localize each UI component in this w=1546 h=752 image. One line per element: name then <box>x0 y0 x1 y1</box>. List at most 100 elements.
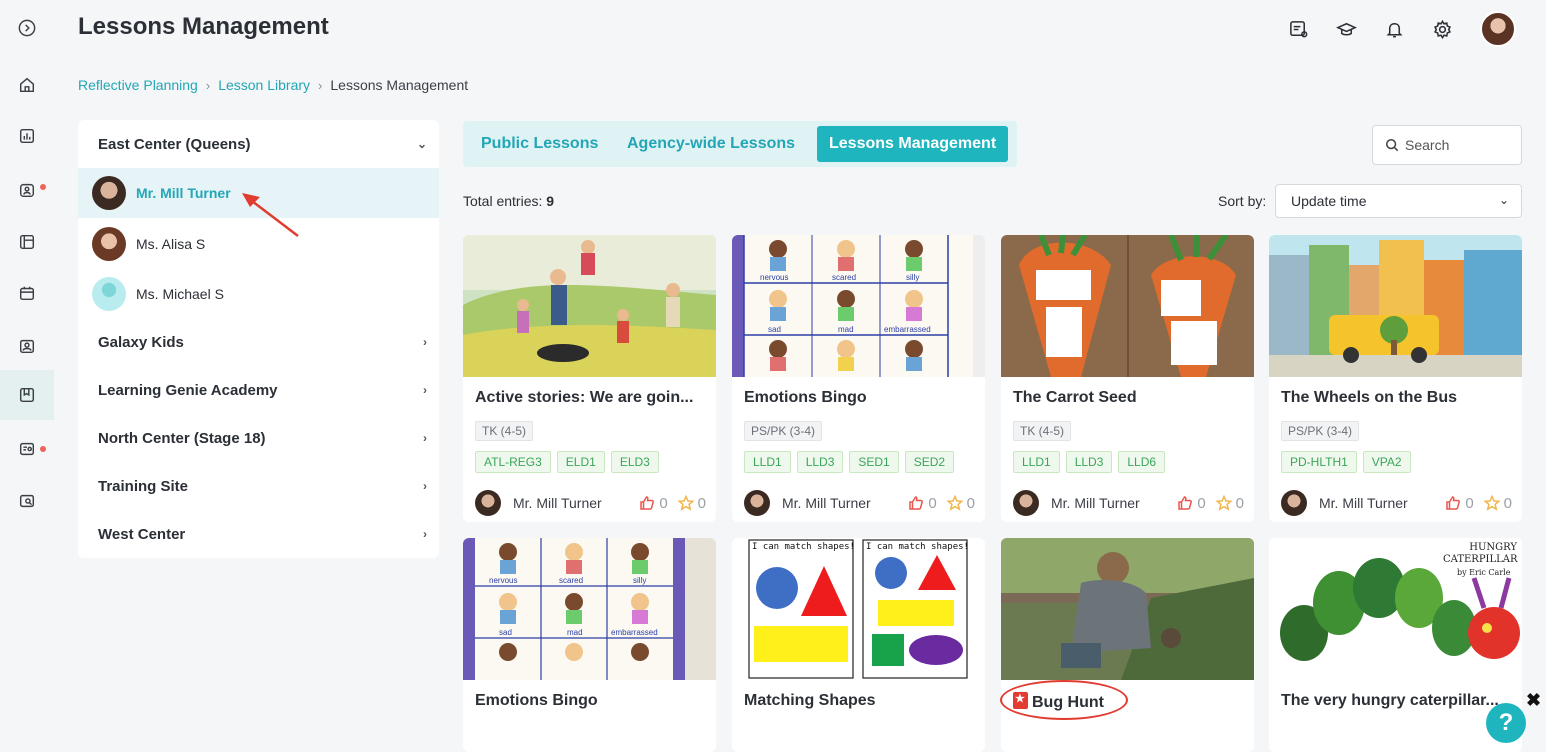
favorite-count: 0 <box>697 494 706 512</box>
bell-icon[interactable] <box>1381 16 1407 42</box>
lesson-card[interactable]: I can match shapes! I can match shapes! … <box>732 538 985 752</box>
domain-tag: LLD1 <box>1013 451 1060 473</box>
breadcrumb-link[interactable]: Lesson Library <box>218 77 310 93</box>
user-avatar[interactable] <box>1480 11 1516 47</box>
chevron-right-icon: › <box>423 527 427 541</box>
card-stats: 0 0 <box>908 495 975 512</box>
tab-agency-wide-lessons[interactable]: Agency-wide Lessons <box>615 126 807 162</box>
star-icon[interactable] <box>1483 495 1500 511</box>
layout-icon[interactable] <box>14 229 40 255</box>
chat-list-icon[interactable] <box>14 436 40 462</box>
center-label: Training Site <box>98 477 189 495</box>
expand-sidebar-icon[interactable] <box>14 15 40 41</box>
avatar <box>92 277 126 311</box>
domain-tag: LLD3 <box>796 451 844 473</box>
bingo-word: embarrassed <box>884 325 931 334</box>
search-box[interactable] <box>1372 125 1522 165</box>
gear-icon[interactable] <box>1429 16 1455 42</box>
lesson-card[interactable]: Active stories: We are goin... TK (4-5) … <box>463 235 716 522</box>
lesson-title[interactable]: Emotions Bingo <box>744 389 974 407</box>
search-input[interactable] <box>1405 137 1505 153</box>
lesson-title[interactable]: Matching Shapes <box>744 692 974 710</box>
card-footer: Mr. Mill Turner 0 0 <box>1281 488 1512 518</box>
like-count: 0 <box>928 494 937 512</box>
thumbs-up-icon[interactable] <box>1177 495 1193 511</box>
breadcrumb: Reflective Planning › Lesson Library › L… <box>78 77 468 93</box>
calendar-icon[interactable] <box>14 280 40 306</box>
bingo-word: silly <box>633 576 647 585</box>
chevron-right-icon: › <box>205 77 211 93</box>
portfolio-icon[interactable] <box>14 177 40 203</box>
like-count: 0 <box>659 494 668 512</box>
notification-dot <box>40 446 46 452</box>
thumbs-up-icon[interactable] <box>1445 495 1461 511</box>
center-item-west-center[interactable]: West Center › <box>78 510 439 558</box>
card-stats: 0 0 <box>639 495 706 512</box>
center-item-north-center[interactable]: North Center (Stage 18) › <box>78 414 439 462</box>
lesson-thumbnail <box>1001 538 1254 680</box>
thumbs-up-icon[interactable] <box>908 495 924 511</box>
star-icon[interactable] <box>677 495 694 511</box>
lesson-card[interactable]: HUNGRY CATERPILLAR by Eric Carle The ver… <box>1269 538 1522 752</box>
sort-select[interactable]: Update time ⌄ <box>1275 184 1522 218</box>
book-title-text: HUNGRY CATERPILLAR <box>1443 542 1518 565</box>
sort-value: Update time <box>1291 193 1367 209</box>
lesson-thumbnail <box>463 235 716 377</box>
graduation-cap-icon[interactable] <box>1333 16 1359 42</box>
lesson-card[interactable]: nervous scared silly sad mad embarrassed… <box>732 235 985 522</box>
close-icon[interactable]: ✖ <box>1526 690 1541 711</box>
domain-tag: ELD3 <box>610 451 659 473</box>
star-icon[interactable] <box>1215 495 1232 511</box>
tab-public-lessons[interactable]: Public Lessons <box>469 126 610 162</box>
search-doc-icon[interactable] <box>14 488 40 514</box>
tab-lessons-management[interactable]: Lessons Management <box>817 126 1009 162</box>
breadcrumb-link[interactable]: Reflective Planning <box>78 77 198 93</box>
messages-icon[interactable] <box>1285 16 1311 42</box>
lesson-title[interactable]: Emotions Bingo <box>475 692 705 710</box>
lesson-thumbnail: nervous scared silly sad mad embarrassed <box>732 235 985 377</box>
notification-dot <box>40 184 46 190</box>
teacher-item-michael-s[interactable]: Ms. Michael S <box>78 269 439 319</box>
author-name: Mr. Mill Turner <box>513 495 602 511</box>
star-icon[interactable] <box>946 495 963 511</box>
home-icon[interactable] <box>14 72 40 98</box>
breadcrumb-current: Lessons Management <box>330 77 469 93</box>
age-group-tag: PS/PK (3-4) <box>744 421 823 441</box>
thumbs-up-icon[interactable] <box>639 495 655 511</box>
lesson-title[interactable]: The Wheels on the Bus <box>1281 389 1511 407</box>
lesson-title[interactable]: The Carrot Seed <box>1013 389 1243 407</box>
avatar <box>92 227 126 261</box>
lesson-book-icon[interactable] <box>14 382 40 408</box>
like-count: 0 <box>1197 494 1206 512</box>
bar-chart-icon[interactable] <box>14 123 40 149</box>
teacher-name: Ms. Michael S <box>136 286 224 302</box>
center-label: Learning Genie Academy <box>98 381 278 399</box>
center-item-galaxy-kids[interactable]: Galaxy Kids › <box>78 318 439 366</box>
center-item-training-site[interactable]: Training Site › <box>78 462 439 510</box>
lesson-title[interactable]: The very hungry caterpillar... <box>1281 692 1511 710</box>
chevron-right-icon: › <box>318 77 323 93</box>
card-stats: 0 0 <box>1445 495 1512 512</box>
avatar <box>475 490 501 516</box>
photo-id-icon[interactable] <box>14 333 40 359</box>
bingo-word: nervous <box>760 273 789 282</box>
center-item-east-center[interactable]: East Center (Queens) ⌄ <box>78 120 439 168</box>
lesson-card[interactable]: The Wheels on the Bus PS/PK (3-4) PD-HLT… <box>1269 235 1522 522</box>
lesson-thumbnail <box>1269 235 1522 377</box>
lesson-card[interactable]: The Carrot Seed TK (4-5) LLD1 LLD3 LLD6 … <box>1001 235 1254 522</box>
lesson-card[interactable]: Bug Hunt <box>1001 538 1254 752</box>
lesson-tabs: Public Lessons Agency-wide Lessons Lesso… <box>463 121 1017 167</box>
center-item-learning-genie[interactable]: Learning Genie Academy › <box>78 366 439 414</box>
left-nav-rail <box>0 0 54 752</box>
help-button[interactable]: ? <box>1486 703 1526 743</box>
lesson-title[interactable]: Active stories: We are goin... <box>475 389 705 407</box>
bingo-word: sad <box>499 628 512 637</box>
avatar <box>1281 490 1307 516</box>
avatar <box>92 176 126 210</box>
avatar <box>744 490 770 516</box>
center-label: West Center <box>98 525 186 543</box>
age-group-tag: PS/PK (3-4) <box>1281 421 1360 441</box>
lesson-card[interactable]: nervous scared silly sad mad embarrassed… <box>463 538 716 752</box>
chevron-right-icon: › <box>423 383 427 397</box>
chevron-right-icon: › <box>423 479 427 493</box>
